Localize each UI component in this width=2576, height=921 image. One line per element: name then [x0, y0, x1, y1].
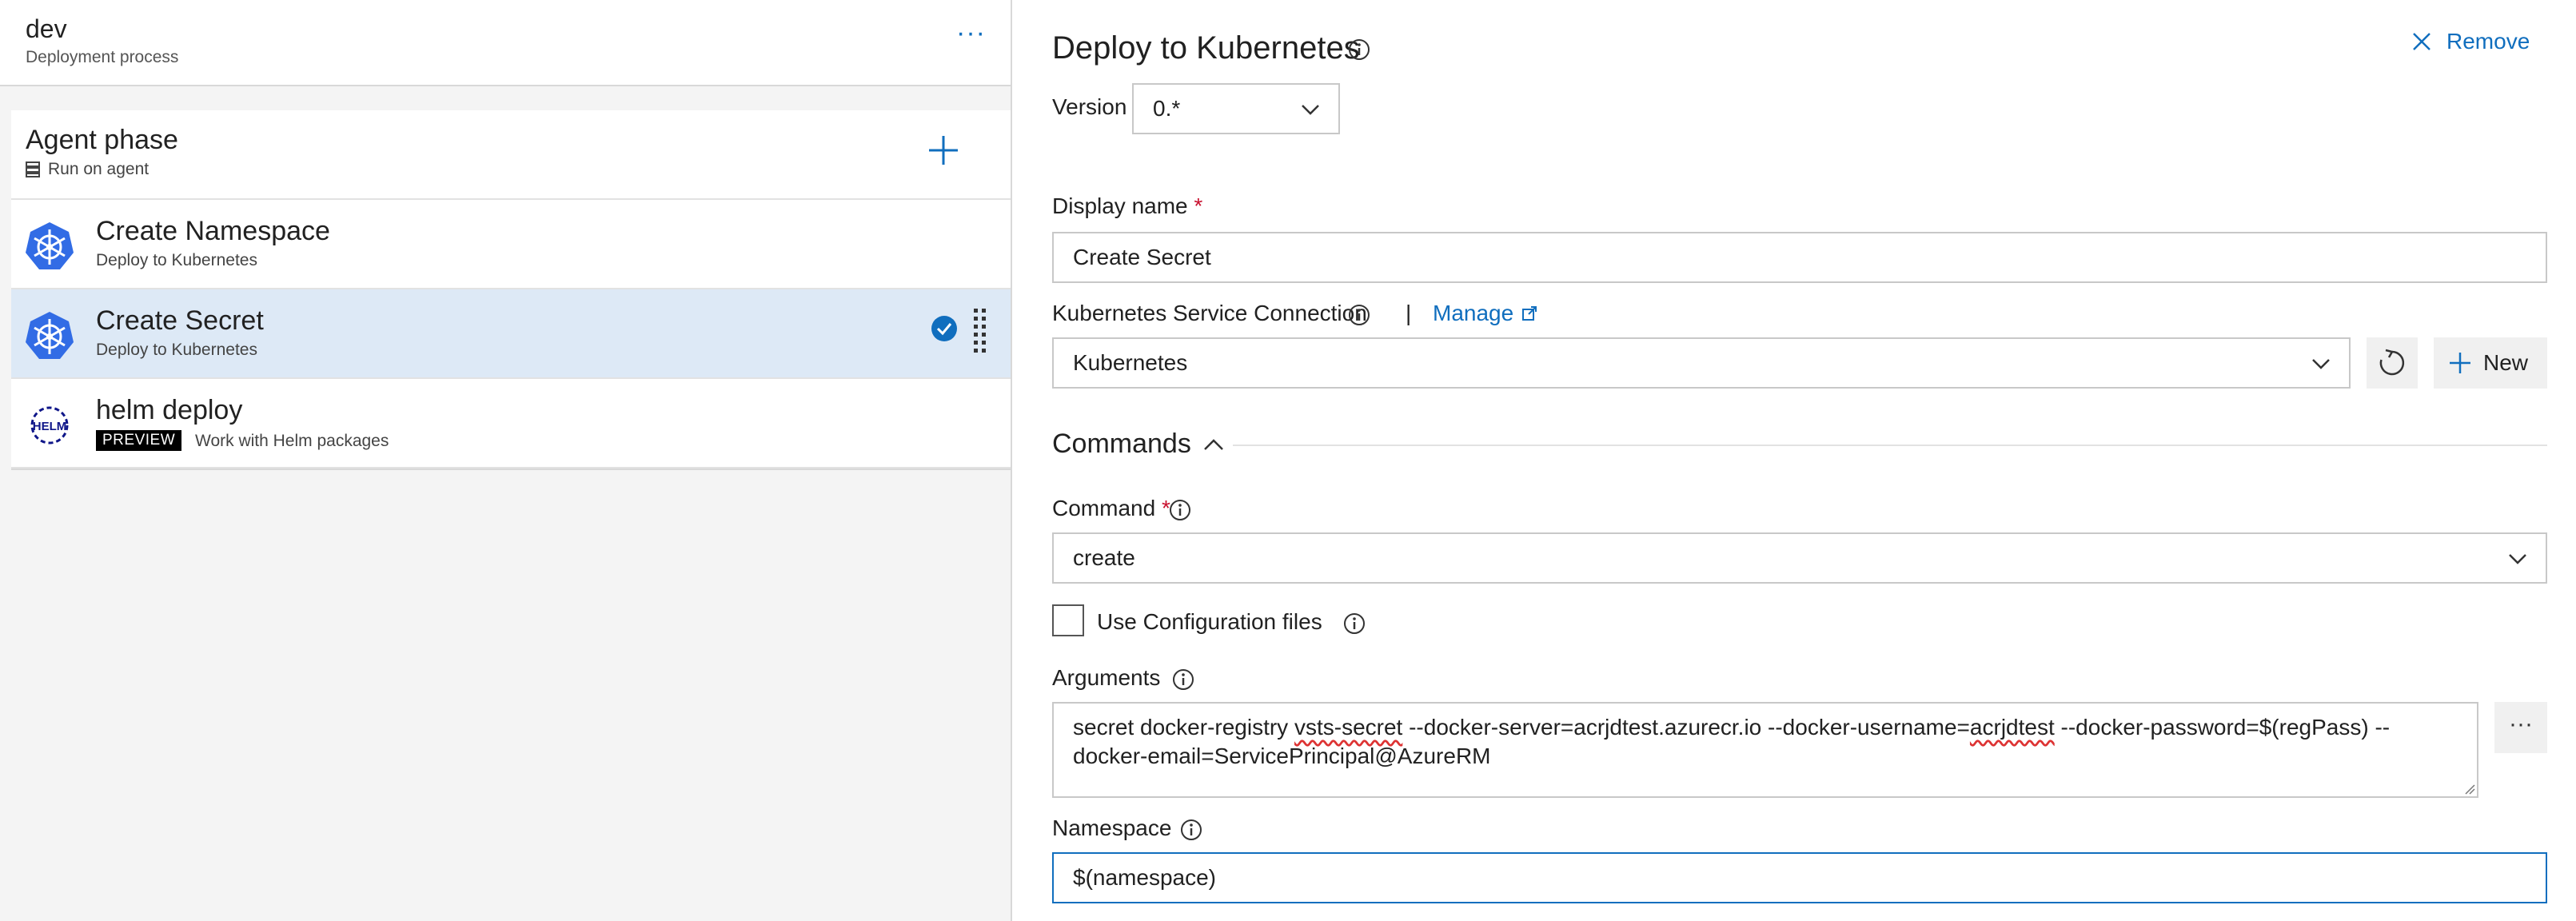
phase-subtitle-wrap: Run on agent	[26, 160, 149, 179]
arguments-more-button[interactable]: ···	[2494, 702, 2547, 753]
remove-button[interactable]: Remove	[2411, 29, 2530, 54]
panel-title: Deploy to Kubernetes	[1052, 30, 1360, 66]
svg-text:HELM: HELM	[33, 420, 67, 433]
info-icon[interactable]	[1180, 819, 1202, 841]
version-select[interactable]: 0.*	[1132, 83, 1340, 134]
manage-link[interactable]: Manage	[1433, 301, 1537, 326]
environment-subtitle: Deployment process	[26, 48, 179, 66]
task-subtitle: Work with Helm packages	[195, 432, 389, 450]
task-title: helm deploy	[96, 395, 243, 425]
namespace-value: $(namespace)	[1073, 865, 1216, 890]
add-task-icon[interactable]	[919, 126, 967, 174]
chevron-down-icon	[2312, 359, 2330, 369]
task-row-create-namespace[interactable]: Create Namespace Deploy to Kubernetes	[11, 200, 1011, 289]
ksc-label-text: Kubernetes Service Connection	[1052, 301, 1367, 325]
new-connection-button[interactable]: New	[2434, 337, 2547, 389]
phase-title: Agent phase	[26, 125, 178, 155]
task-detail-panel: Deploy to Kubernetes Remove Version 0.* …	[1012, 0, 2576, 921]
arguments-part: --docker-server=acrjdtest.azurecr.io --d…	[1402, 715, 1970, 740]
drag-handle-icon[interactable]	[972, 307, 988, 355]
left-pane: dev Deployment process ··· Agent phase R…	[0, 0, 1012, 921]
phase-subtitle: Run on agent	[48, 160, 150, 178]
version-label: Version	[1052, 94, 1127, 119]
ksc-select[interactable]: Kubernetes	[1052, 337, 2351, 389]
resize-grip-icon[interactable]	[2462, 782, 2475, 795]
helm-icon: HELM	[30, 406, 69, 445]
display-name-label-text: Display name	[1052, 193, 1188, 218]
info-icon[interactable]	[1348, 38, 1370, 61]
arguments-part-misspelled: vsts-secret	[1294, 715, 1403, 740]
info-icon[interactable]	[1169, 499, 1191, 521]
kubernetes-icon	[26, 312, 74, 359]
use-config-checkbox[interactable]	[1052, 604, 1084, 636]
chevron-up-icon	[1203, 438, 1223, 450]
task-row-create-secret[interactable]: Create Secret Deploy to Kubernetes	[11, 289, 1011, 379]
panel-title-text: Deploy to Kubernetes	[1052, 30, 1360, 66]
server-icon	[26, 161, 40, 177]
task-subtitle: Deploy to Kubernetes	[96, 251, 257, 269]
kubernetes-icon	[26, 222, 74, 269]
commands-header-label: Commands	[1052, 429, 1191, 459]
namespace-input[interactable]: $(namespace)	[1052, 852, 2547, 903]
ksc-value: Kubernetes	[1073, 350, 1188, 375]
arguments-textarea[interactable]: secret docker-registry vsts-secret --doc…	[1052, 702, 2478, 798]
external-link-icon	[1522, 306, 1537, 321]
environment-header: dev Deployment process ···	[0, 0, 1011, 86]
task-row-helm-deploy[interactable]: HELM helm deploy PREVIEW Work with Helm …	[11, 379, 1011, 468]
commands-section-toggle[interactable]: Commands	[1052, 429, 1225, 460]
required-marker: *	[1194, 193, 1203, 218]
refresh-icon	[2379, 349, 2405, 376]
checkmark-circle-icon[interactable]	[931, 315, 958, 342]
chevron-down-icon	[2509, 554, 2526, 564]
version-value: 0.*	[1153, 96, 1181, 121]
agent-phase-row[interactable]: Agent phase Run on agent	[11, 110, 1011, 200]
info-icon[interactable]	[1343, 612, 1366, 635]
environment-name: dev	[26, 14, 67, 43]
display-name-value: Create Secret	[1073, 245, 1211, 269]
command-select[interactable]: create	[1052, 532, 2547, 584]
task-title: Create Secret	[96, 305, 264, 336]
remove-label: Remove	[2446, 29, 2530, 54]
refresh-button[interactable]	[2367, 337, 2418, 389]
task-list: Agent phase Run on agent Create Namespac…	[11, 110, 1011, 470]
use-config-label: Use Configuration files	[1097, 609, 1322, 634]
plus-icon	[2450, 353, 2470, 373]
command-label-text: Command	[1052, 496, 1156, 520]
info-icon[interactable]	[1348, 304, 1370, 326]
task-subtitle: Deploy to Kubernetes	[96, 341, 257, 359]
more-options-button[interactable]: ···	[956, 18, 986, 49]
chevron-down-icon	[1302, 105, 1319, 115]
arguments-label: Arguments	[1052, 665, 1161, 690]
command-value: create	[1073, 545, 1135, 570]
arguments-part-misspelled: acrjdtest	[1969, 715, 2055, 740]
preview-badge: PREVIEW	[96, 430, 182, 451]
arguments-part: secret docker-registry	[1073, 715, 1294, 740]
display-name-label: Display name *	[1052, 193, 1202, 219]
display-name-input[interactable]: Create Secret	[1052, 232, 2547, 283]
manage-label: Manage	[1433, 301, 1514, 325]
task-title: Create Namespace	[96, 216, 330, 246]
ksc-label: Kubernetes Service Connection	[1052, 301, 1367, 326]
command-label: Command *	[1052, 496, 1170, 521]
ksc-separator: |	[1406, 301, 1412, 325]
info-icon[interactable]	[1172, 668, 1194, 691]
new-label: New	[2483, 350, 2529, 375]
section-divider	[1233, 445, 2547, 446]
namespace-label: Namespace	[1052, 815, 1172, 840]
arguments-value: secret docker-registry vsts-secret --doc…	[1073, 713, 2458, 771]
close-icon	[2413, 33, 2430, 50]
